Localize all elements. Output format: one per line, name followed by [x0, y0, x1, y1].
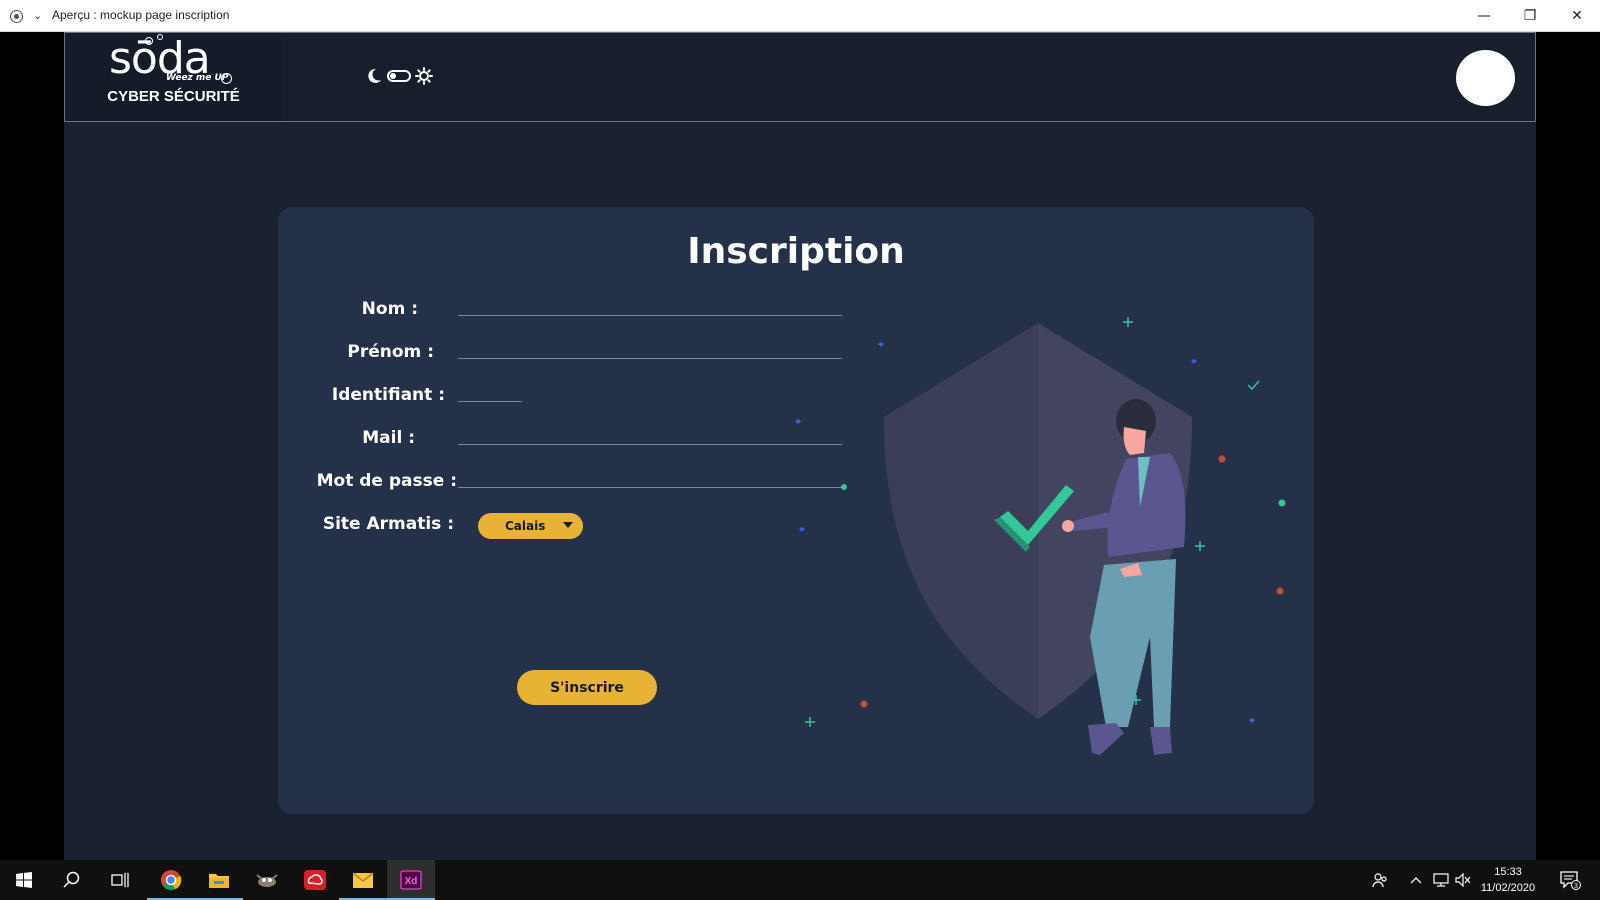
app-header: sōda Weez me UP CYBER SÉCURITÉ [64, 32, 1536, 122]
field-label-nom: Nom : [361, 299, 418, 319]
chevron-down-icon[interactable]: ⌄ [33, 9, 42, 22]
window-title: Aperçu : mockup page inscription [52, 8, 230, 22]
system-clock[interactable]: 15:33 11/02/2020 [1470, 864, 1546, 896]
clock-date: 11/02/2020 [1480, 882, 1536, 894]
logo-subtitle: CYBER SÉCURITÉ [107, 88, 240, 105]
record-icon[interactable] [10, 10, 23, 23]
minimize-button[interactable]: — [1461, 0, 1507, 32]
restore-button[interactable]: ❐ [1507, 0, 1553, 32]
notifications-icon[interactable]: 3 [1552, 860, 1588, 900]
chrome-icon[interactable] [147, 860, 195, 900]
moon-icon [368, 68, 381, 83]
theme-toggle[interactable] [365, 67, 433, 85]
search-icon[interactable] [48, 860, 96, 900]
adobe-xd-label: Xd [405, 876, 418, 887]
people-icon[interactable] [1366, 860, 1394, 900]
bubble-icon [157, 34, 163, 40]
identifiant-input[interactable] [458, 401, 522, 402]
signup-button[interactable]: S'inscrire [517, 670, 657, 705]
logo-tagline: Weez me UP [166, 73, 229, 83]
start-icon[interactable] [0, 860, 48, 900]
field-label-mot-de-passe: Mot de passe : [316, 471, 457, 491]
creative-cloud-icon[interactable] [291, 860, 339, 900]
preview-area: sōda Weez me UP CYBER SÉCURITÉ Inscripti… [0, 32, 1600, 860]
logo[interactable]: sōda Weez me UP CYBER SÉCURITÉ [65, 33, 282, 121]
site-select-value: Calais [505, 519, 546, 533]
field-label-identifiant: Identifiant : [331, 385, 445, 405]
taskbar: Xd 15:33 11/02/2020 3 [0, 860, 1600, 900]
file-explorer-icon[interactable] [195, 860, 243, 900]
bubble-icon [145, 37, 153, 45]
app-page: sōda Weez me UP CYBER SÉCURITÉ Inscripti… [64, 32, 1536, 860]
signup-card: Inscription Nom : Prénom : Identifiant :… [278, 207, 1314, 814]
field-label-prenom: Prénom : [347, 342, 434, 362]
notification-count: 3 [1574, 883, 1578, 890]
mail-app-icon[interactable] [339, 860, 387, 900]
page-title: Inscription [687, 231, 905, 272]
theme-switch[interactable] [387, 70, 411, 82]
field-label-mail: Mail : [362, 428, 415, 448]
security-illustration [795, 317, 1286, 755]
avatar[interactable] [1456, 50, 1515, 106]
small-check-icon [1247, 380, 1260, 391]
task-view-icon[interactable] [96, 860, 144, 900]
adobe-xd-icon[interactable]: Xd [387, 860, 435, 900]
gimp-icon[interactable] [243, 860, 291, 900]
window-title-bar: ⌄ Aperçu : mockup page inscription — ❐ ✕ [0, 0, 1600, 32]
field-label-site: Site Armatis : [322, 514, 454, 534]
site-select[interactable]: Calais [478, 513, 583, 539]
clock-time: 15:33 [1494, 866, 1522, 878]
chevron-up-icon[interactable] [1406, 860, 1426, 900]
caret-down-icon [563, 522, 573, 528]
sun-icon [415, 67, 433, 85]
close-button[interactable]: ✕ [1554, 0, 1600, 32]
network-icon[interactable] [1430, 860, 1452, 900]
